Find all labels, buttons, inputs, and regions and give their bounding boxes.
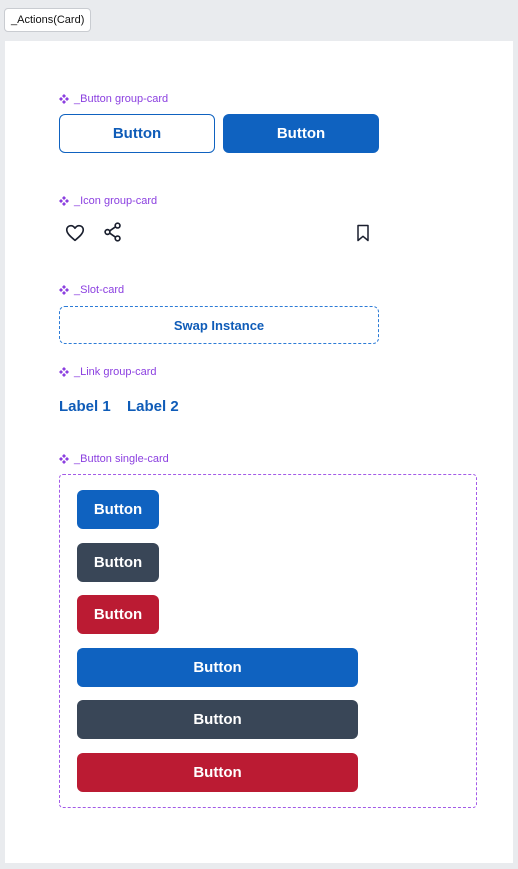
component-icon [59, 285, 69, 295]
swap-instance-slot[interactable]: Swap Instance [59, 306, 379, 344]
danger-button-small[interactable]: Button [77, 595, 159, 634]
component-label-text: _Icon group-card [74, 195, 158, 207]
component-label-text: _Button group-card [74, 93, 169, 105]
share-icon[interactable] [101, 220, 125, 244]
secondary-button-wide[interactable]: Button [77, 700, 358, 739]
component-label-button-single: _Button single-card [59, 453, 169, 465]
component-label-text: _Link group-card [74, 366, 157, 378]
component-label-button-group: _Button group-card [59, 93, 168, 105]
link-label-2[interactable]: Label 2 [127, 398, 179, 415]
component-label-link-group: _Link group-card [59, 366, 157, 378]
link-label-1[interactable]: Label 1 [59, 398, 111, 415]
component-label-text: _Slot-card [74, 284, 125, 296]
component-icon [59, 196, 69, 206]
danger-button-wide[interactable]: Button [77, 753, 358, 792]
component-label-icon-group: _Icon group-card [59, 195, 157, 207]
component-icon [59, 367, 69, 377]
bookmark-icon[interactable] [351, 221, 375, 245]
primary-button-small[interactable]: Button [77, 490, 159, 529]
component-label-slot: _Slot-card [59, 284, 124, 296]
heart-icon[interactable] [63, 221, 87, 245]
frame-tab[interactable]: _Actions(Card) [4, 8, 92, 32]
component-icon [59, 454, 69, 464]
component-label-text: _Button single-card [74, 453, 169, 465]
primary-button-wide[interactable]: Button [77, 648, 358, 687]
canvas: _Button group-card Button Button _Icon g… [5, 41, 513, 863]
component-icon [59, 94, 69, 104]
outline-button[interactable]: Button [59, 114, 215, 153]
primary-button[interactable]: Button [223, 114, 379, 153]
secondary-button-small[interactable]: Button [77, 543, 159, 582]
